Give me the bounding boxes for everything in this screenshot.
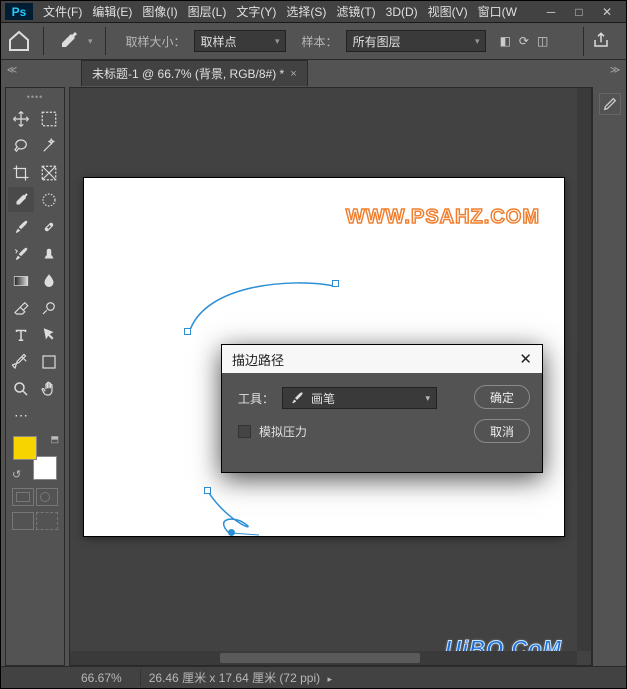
menu-bar: 文件(F) 编辑(E) 图像(I) 图层(L) 文字(Y) 选择(S) 滤镜(T…: [37, 1, 532, 22]
watermark-psahz: WWW.PSAHZ.COM: [346, 206, 540, 229]
eyedropper-tool[interactable]: [8, 187, 34, 212]
right-panel-strip: [592, 87, 626, 666]
default-colors-icon[interactable]: ⬒: [50, 434, 59, 445]
swap-colors-icon[interactable]: ↺: [12, 468, 21, 481]
anchor-point-selected[interactable]: [228, 529, 235, 536]
shape-tool[interactable]: [36, 349, 62, 374]
window-minimize-button[interactable]: ─: [540, 4, 562, 20]
menu-type[interactable]: 文字(Y): [232, 1, 280, 22]
crop-tool[interactable]: [8, 160, 34, 185]
menu-view[interactable]: 视图(V): [424, 1, 472, 22]
status-dimensions[interactable]: 26.46 厘米 x 17.64 厘米 (72 ppi) ▸: [140, 669, 332, 686]
menu-edit[interactable]: 编辑(E): [88, 1, 136, 22]
bezier-path-1[interactable]: [184, 278, 344, 348]
marquee-tool[interactable]: [36, 106, 62, 131]
zoom-tool[interactable]: [8, 376, 34, 401]
share-icon[interactable]: [583, 27, 618, 56]
screen-mode-full[interactable]: [36, 512, 58, 530]
sample-label: 样本：: [294, 33, 338, 50]
window-maximize-button[interactable]: □: [568, 4, 590, 20]
blur-tool[interactable]: [36, 268, 62, 293]
document-tab[interactable]: 未标题-1 @ 66.7% (背景, RGB/8#) * ×: [81, 60, 308, 86]
eyedropper-icon[interactable]: [56, 29, 80, 53]
lasso-tool[interactable]: [8, 133, 34, 158]
gradient-tool[interactable]: [8, 268, 34, 293]
foreground-color[interactable]: [13, 436, 37, 460]
sample-size-select[interactable]: 取样点: [194, 30, 286, 52]
dialog-close-button[interactable]: ✕: [519, 350, 532, 368]
menu-file[interactable]: 文件(F): [39, 1, 86, 22]
hand-tool[interactable]: [36, 376, 62, 401]
opt-icon-2[interactable]: ⟳: [517, 32, 531, 50]
sample-size-label: 取样大小：: [118, 33, 186, 50]
status-bar: 66.67% 26.46 厘米 x 17.64 厘米 (72 ppi) ▸: [1, 666, 626, 688]
dodge-tool[interactable]: [36, 295, 62, 320]
brush-tool[interactable]: [8, 214, 34, 239]
color-swatches[interactable]: ⬒ ↺: [13, 436, 57, 480]
toolbox-grip[interactable]: ••••: [27, 92, 44, 102]
menu-select[interactable]: 选择(S): [282, 1, 330, 22]
clone-stamp-tool[interactable]: [36, 241, 62, 266]
vertical-scrollbar[interactable]: [577, 88, 591, 651]
standard-mode-icon[interactable]: [12, 488, 34, 506]
stroke-path-dialog: 描边路径 ✕ 工具： 画笔 模拟压力 确定 取消: [221, 344, 543, 473]
dialog-title: 描边路径: [232, 350, 284, 369]
ok-button[interactable]: 确定: [474, 385, 530, 409]
anchor-point[interactable]: [332, 280, 339, 287]
anchor-point[interactable]: [204, 487, 211, 494]
options-bar: ▾ 取样大小： 取样点 样本： 所有图层 ◧ ⟳ ◫: [1, 23, 626, 60]
simulate-pressure-label: 模拟压力: [259, 423, 307, 440]
dock-handle-left[interactable]: ≪: [5, 63, 19, 77]
sample-select[interactable]: 所有图层: [346, 30, 486, 52]
healing-tool[interactable]: [36, 214, 62, 239]
menu-filter[interactable]: 滤镜(T): [332, 1, 379, 22]
menu-layer[interactable]: 图层(L): [184, 1, 231, 22]
scrollbar-thumb[interactable]: [220, 653, 420, 663]
quick-mask-icon[interactable]: [36, 488, 58, 506]
panel-icon-edit[interactable]: [599, 93, 621, 115]
menu-3d[interactable]: 3D(D): [382, 3, 422, 21]
window-close-button[interactable]: ✕: [596, 4, 618, 20]
menu-image[interactable]: 图像(I): [138, 1, 181, 22]
dock-handle-right[interactable]: ≫: [608, 63, 622, 77]
screen-mode-standard[interactable]: [12, 512, 34, 530]
opt-icon-1[interactable]: ◧: [498, 32, 513, 50]
home-icon[interactable]: [7, 29, 31, 53]
pen-tool[interactable]: [8, 349, 34, 374]
option-icons: ◧ ⟳ ◫: [494, 32, 551, 50]
tab-close-icon[interactable]: ×: [290, 68, 296, 80]
simulate-pressure-checkbox[interactable]: [238, 425, 251, 438]
opt-icon-3[interactable]: ◫: [535, 32, 550, 50]
bezier-path-2[interactable]: [204, 488, 294, 538]
menu-window[interactable]: 窗口(W: [474, 1, 521, 22]
tool-select[interactable]: 画笔: [282, 387, 437, 409]
toolbox: •••• ⋯ ⬒: [5, 87, 65, 666]
frame-tool[interactable]: [36, 187, 62, 212]
status-zoom[interactable]: 66.67%: [81, 671, 130, 685]
status-arrow-icon[interactable]: ▸: [327, 674, 332, 684]
edit-toolbar[interactable]: ⋯: [8, 403, 34, 428]
horizontal-scrollbar[interactable]: [70, 651, 577, 665]
eraser-tool[interactable]: [8, 295, 34, 320]
tool-label: 工具：: [238, 390, 274, 407]
type-tool[interactable]: [8, 322, 34, 347]
document-tab-title: 未标题-1 @ 66.7% (背景, RGB/8#) *: [92, 65, 284, 82]
anchor-point[interactable]: [184, 328, 191, 335]
move-tool[interactable]: [8, 106, 34, 131]
app-logo: Ps: [5, 3, 33, 20]
cancel-button[interactable]: 取消: [474, 419, 530, 443]
slice-tool[interactable]: [36, 160, 62, 185]
magic-wand-tool[interactable]: [36, 133, 62, 158]
history-brush-tool[interactable]: [8, 241, 34, 266]
path-selection-tool[interactable]: [36, 322, 62, 347]
